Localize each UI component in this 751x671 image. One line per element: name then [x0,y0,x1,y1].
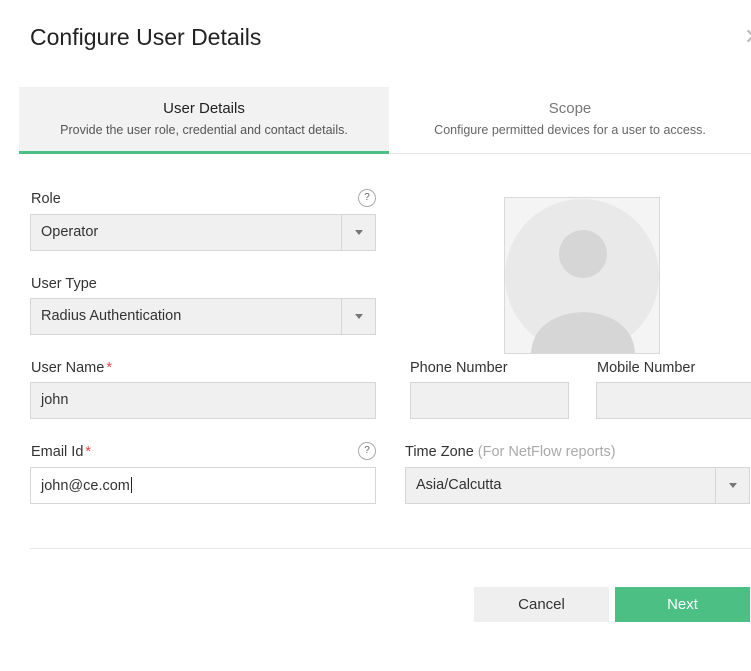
user-type-value: Radius Authentication [41,308,182,324]
user-name-input[interactable]: john [30,382,376,419]
select-divider [715,468,716,503]
tab-description: Configure permitted devices for a user t… [434,123,706,137]
cancel-button[interactable]: Cancel [474,587,609,622]
mobile-number-input[interactable] [596,382,751,419]
user-avatar-icon [505,199,659,353]
user-avatar[interactable] [504,197,660,354]
tab-title: User Details [163,100,245,117]
chevron-down-icon [355,314,363,319]
user-type-label: User Type [31,276,97,292]
email-label-text: Email Id [31,444,84,460]
time-zone-select[interactable]: Asia/Calcutta [405,467,750,504]
dialog-title: Configure User Details [30,24,262,50]
footer-divider [30,548,751,549]
mobile-number-label: Mobile Number [597,360,696,376]
tab-description: Provide the user role, credential and co… [60,123,348,137]
time-zone-value: Asia/Calcutta [416,477,502,493]
chevron-down-icon [729,483,737,488]
phone-number-label: Phone Number [410,360,508,376]
required-mark: * [106,360,112,376]
chevron-down-icon [355,230,363,235]
next-button[interactable]: Next [615,587,750,622]
required-mark: * [85,444,92,460]
user-name-label-text: User Name [31,360,105,376]
role-value: Operator [41,224,99,240]
select-divider [341,215,342,250]
time-zone-label: Time Zone (For NetFlow reports) [405,444,616,460]
help-icon[interactable]: ? [358,442,376,460]
time-zone-label-text: Time Zone [405,444,474,460]
text-cursor [130,477,132,493]
email-label: Email Id * [31,444,91,460]
role-select[interactable]: Operator [30,214,376,251]
role-label: Role [31,191,61,207]
email-value: john@ce.com [41,477,132,494]
time-zone-hint: (For NetFlow reports) [477,444,616,460]
help-icon[interactable]: ? [358,189,376,207]
select-divider [341,299,342,334]
tab-scope[interactable]: Scope Configure permitted devices for a … [389,87,751,154]
close-icon[interactable]: ✕ [744,26,751,48]
email-input[interactable]: john@ce.com [30,467,376,504]
tab-user-details[interactable]: User Details Provide the user role, cred… [19,87,389,154]
tab-title: Scope [548,100,592,117]
user-name-value: john [41,392,69,408]
user-name-label: User Name * [31,360,112,376]
phone-number-input[interactable] [410,382,569,419]
user-type-select[interactable]: Radius Authentication [30,298,376,335]
